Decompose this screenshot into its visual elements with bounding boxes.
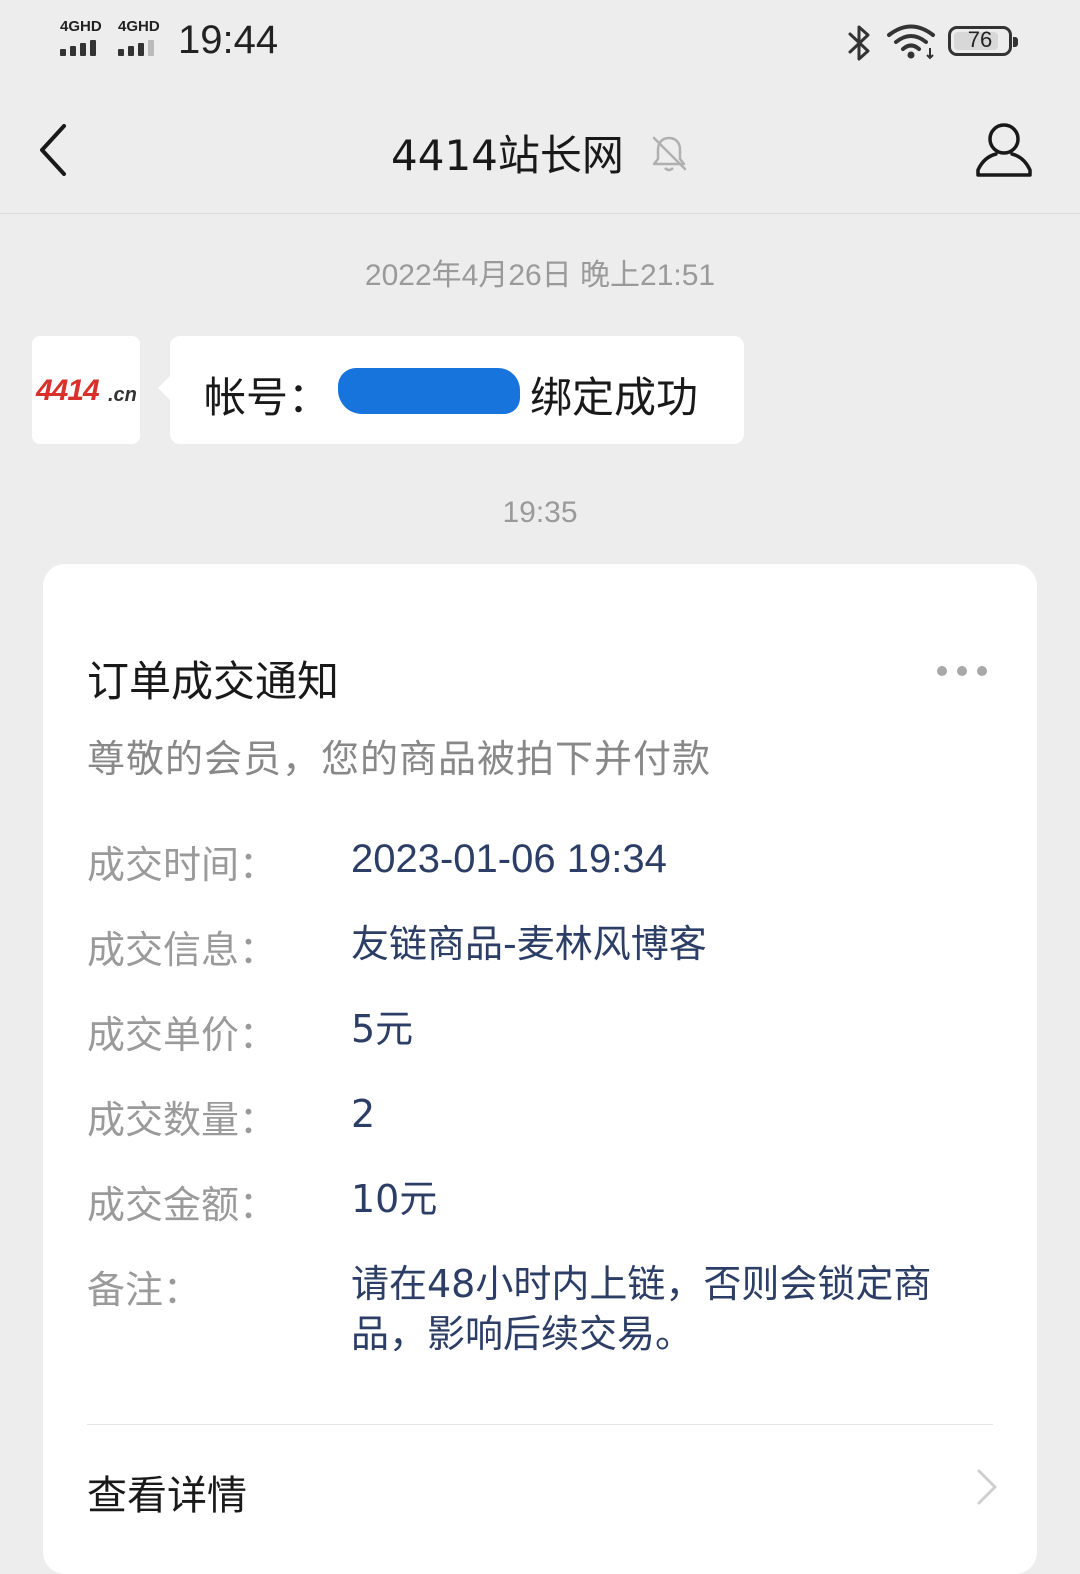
message-suffix: 绑定成功: [530, 373, 699, 422]
sim2-signal: 4GHD: [118, 18, 168, 60]
order-notice-card[interactable]: 订单成交通知 尊敬的会员，您的商品被拍下并付款 成交时间： 2023-01-06…: [43, 564, 1037, 1574]
sim1-network-label: 4GHD: [60, 18, 102, 35]
message-bubble[interactable]: 帐号： 绑定成功: [158, 336, 744, 444]
field-label: 成交信息：: [87, 928, 278, 972]
chat-title: 4414站长网: [391, 131, 624, 180]
notice-title: 订单成交通知: [87, 657, 340, 706]
chevron-right-icon: [977, 1469, 997, 1505]
more-dot-icon: [937, 666, 947, 676]
sim1-signal: 4GHD: [60, 18, 110, 60]
sender-logo-domain: .cn: [108, 384, 137, 406]
sender-logo-text: 4414: [36, 374, 100, 407]
field-label: 成交时间：: [87, 843, 278, 887]
signal-bars-icon: [118, 40, 164, 56]
field-value: 请在48小时内上链，否则会锁定商品，影响后续交易。: [351, 1262, 932, 1356]
more-dot-icon: [977, 666, 987, 676]
chat-header: 4414站长网: [0, 88, 1080, 214]
field-value: 10元: [351, 1177, 438, 1221]
notice-subtitle: 尊敬的会员，您的商品被拍下并付款: [87, 737, 712, 781]
field-label: 成交单价：: [87, 1013, 278, 1057]
status-bar: 4GHD 4GHD 19:44 76: [0, 0, 1080, 88]
wifi-icon: [887, 24, 935, 60]
signal-bars-icon: [60, 40, 106, 56]
bluetooth-icon: [848, 25, 870, 61]
redacted-account: [338, 368, 520, 414]
message-timestamp: 2022年4月26日 晚上21:51: [364, 259, 716, 292]
field-value: 5元: [351, 1007, 414, 1051]
message-prefix: 帐号：: [204, 373, 331, 422]
more-options-button[interactable]: [933, 662, 993, 682]
chat-title-group: 4414站长网: [0, 122, 1080, 183]
view-details-label: 查看详情: [87, 1473, 247, 1519]
message-timestamp: 19:35: [502, 496, 578, 529]
field-label: 备注：: [87, 1268, 202, 1312]
battery-indicator: 76: [948, 26, 1018, 56]
muted-bell-icon: [652, 136, 687, 171]
field-label: 成交金额：: [87, 1183, 278, 1227]
chat-profile-button[interactable]: [972, 120, 1036, 180]
more-dot-icon: [957, 666, 967, 676]
field-value: 2: [351, 1092, 376, 1136]
field-value: 友链商品-麦林风博客: [351, 922, 707, 966]
status-time: 19:44: [178, 18, 279, 62]
sender-avatar[interactable]: 4414 .cn: [32, 336, 140, 444]
sim2-network-label: 4GHD: [118, 18, 160, 35]
field-value: 2023-01-06 19:34: [351, 837, 667, 881]
battery-level: 76: [967, 27, 993, 52]
field-label: 成交数量：: [87, 1098, 278, 1142]
view-details-link[interactable]: 查看详情: [43, 1425, 1037, 1545]
